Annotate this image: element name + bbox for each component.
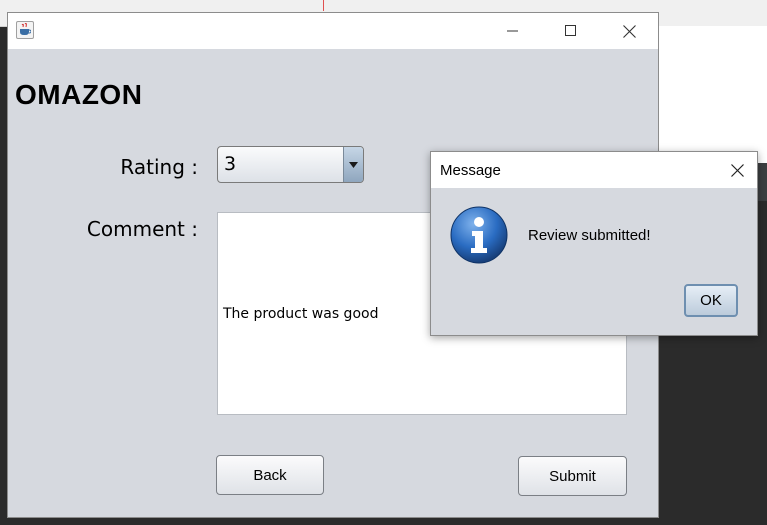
submit-button[interactable]: Submit <box>518 456 627 496</box>
background-editor-area <box>659 26 767 163</box>
dialog-titlebar[interactable]: Message <box>431 152 757 188</box>
close-icon <box>730 163 744 177</box>
java-cup-icon <box>16 21 34 39</box>
dialog-message: Review submitted! <box>528 227 651 244</box>
app-title: OMAZON <box>15 79 143 110</box>
rating-value: 3 <box>224 153 237 175</box>
message-dialog: Message Review submitted! OK <box>430 151 758 336</box>
main-window-titlebar[interactable] <box>8 13 658 49</box>
maximize-button[interactable] <box>548 13 594 49</box>
close-icon <box>622 24 636 38</box>
rating-dropdown[interactable]: 3 <box>217 146 364 183</box>
minimize-icon <box>507 30 518 32</box>
comment-text: The product was good <box>223 306 379 322</box>
rating-label: Rating : <box>120 155 198 179</box>
maximize-icon <box>565 25 576 36</box>
minimize-button[interactable] <box>490 13 536 49</box>
dialog-title: Message <box>440 162 501 179</box>
close-button[interactable] <box>606 13 652 49</box>
dialog-close-button[interactable] <box>717 152 757 188</box>
ok-button[interactable]: OK <box>684 284 738 317</box>
comment-label: Comment : <box>86 217 198 241</box>
triangle-down-icon <box>349 161 358 168</box>
back-button[interactable]: Back <box>216 455 324 495</box>
background-marker-line <box>323 0 324 11</box>
dropdown-arrow-button[interactable] <box>343 147 363 182</box>
information-icon <box>450 206 508 264</box>
